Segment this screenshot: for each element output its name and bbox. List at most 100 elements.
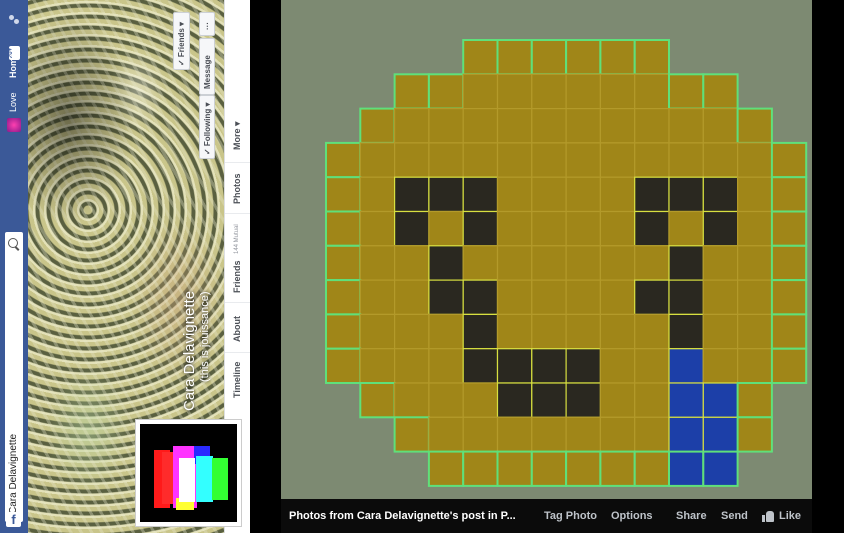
emoji-pixel xyxy=(565,142,602,178)
emoji-pixel xyxy=(496,39,533,76)
emoji-pixel xyxy=(599,279,636,316)
emoji-pixel xyxy=(634,279,670,316)
emoji-pixel xyxy=(737,142,773,178)
tab-friends-mutual-count: 144 Mutual xyxy=(234,224,240,254)
tab-friends[interactable]: Friends xyxy=(232,260,242,293)
emoji-pixel xyxy=(325,279,362,316)
emoji-pixel xyxy=(668,73,705,110)
emoji-pixel xyxy=(428,348,464,384)
emoji-pixel xyxy=(393,142,430,178)
emoji-pixel xyxy=(633,450,671,487)
tab-divider xyxy=(225,302,250,303)
send-button[interactable]: Send xyxy=(721,510,748,522)
emoji-pixel xyxy=(496,313,533,350)
like-button[interactable]: Like xyxy=(779,510,801,522)
emoji-pixel xyxy=(668,416,704,453)
search-icon xyxy=(8,238,18,248)
emoji-pixel xyxy=(770,244,808,282)
love-link[interactable]: Love xyxy=(8,92,18,112)
emoji-pixel xyxy=(634,142,670,178)
emoji-pixel xyxy=(736,107,773,144)
emoji-pixel xyxy=(702,313,739,350)
love-avatar[interactable] xyxy=(7,118,21,132)
emoji-pixel xyxy=(565,279,602,316)
emoji-pixel xyxy=(496,416,533,453)
emoji-pixel xyxy=(599,245,636,281)
facebook-top-bar: 20+ Home Love Cara Delavignette f xyxy=(0,0,28,533)
emoji-pixel xyxy=(599,416,636,453)
emoji-pixel xyxy=(702,382,739,418)
emoji-pixel xyxy=(702,416,739,453)
emoji-pixel xyxy=(393,416,430,453)
friend-requests-icon[interactable] xyxy=(8,14,20,26)
emoji-pixel xyxy=(530,39,568,76)
emoji-pixel xyxy=(428,279,464,316)
emoji-pixel xyxy=(737,348,773,384)
emoji-pixel xyxy=(428,107,464,144)
tag-photo-button[interactable]: Tag Photo xyxy=(544,510,597,522)
photo-caption[interactable]: Photos from Cara Delavignette's post in … xyxy=(289,510,516,522)
emoji-pixel-grid xyxy=(325,39,808,487)
emoji-pixel xyxy=(599,142,636,178)
emoji-pixel xyxy=(668,107,704,144)
emoji-pixel xyxy=(462,416,499,453)
emoji-pixel xyxy=(634,416,670,453)
emoji-pixel xyxy=(428,416,464,453)
search-input[interactable]: Cara Delavignette xyxy=(5,232,23,522)
emoji-pixel xyxy=(462,348,499,384)
profile-picture[interactable] xyxy=(135,419,242,527)
emoji-pixel xyxy=(565,107,602,144)
emoji-pixel xyxy=(359,382,396,419)
emoji-pixel xyxy=(565,450,602,487)
emoji-pixel xyxy=(565,73,602,110)
emoji-pixel xyxy=(565,245,602,281)
following-button[interactable]: ✓ Following ▾ xyxy=(199,95,215,159)
more-options-button[interactable]: ··· xyxy=(199,12,215,36)
tab-divider xyxy=(225,162,250,163)
share-button[interactable]: Share xyxy=(676,510,707,522)
emoji-pixel xyxy=(393,279,430,316)
pp-white-block xyxy=(179,458,195,502)
like-thumb-icon[interactable] xyxy=(762,510,774,522)
emoji-pixel xyxy=(737,210,773,247)
emoji-pixel xyxy=(565,176,602,213)
emoji-pixel xyxy=(496,245,533,281)
emoji-pixel xyxy=(393,73,430,110)
emoji-pixel xyxy=(530,450,568,487)
emoji-pixel xyxy=(393,348,430,384)
emoji-pixel xyxy=(462,39,499,76)
emoji-pixel xyxy=(496,73,533,110)
emoji-pixel xyxy=(702,450,739,487)
viewer-photo[interactable] xyxy=(281,0,812,499)
tab-photos[interactable]: Photos xyxy=(232,174,242,205)
facebook-logo[interactable]: f xyxy=(6,512,21,527)
emoji-pixel xyxy=(359,279,396,316)
emoji-pixel xyxy=(634,348,670,384)
emoji-pixel xyxy=(565,348,602,384)
tab-about[interactable]: About xyxy=(232,316,242,342)
tab-divider xyxy=(225,352,250,353)
emoji-pixel xyxy=(634,245,670,281)
emoji-pixel xyxy=(770,176,808,213)
tab-timeline[interactable]: Timeline xyxy=(232,362,242,398)
emoji-pixel xyxy=(668,210,704,247)
emoji-pixel xyxy=(599,107,636,144)
emoji-pixel xyxy=(702,279,739,316)
emoji-pixel xyxy=(359,142,396,178)
emoji-pixel xyxy=(668,348,704,384)
tab-more[interactable]: More ▾ xyxy=(232,121,243,150)
options-button[interactable]: Options xyxy=(611,510,653,522)
emoji-pixel xyxy=(702,210,739,247)
emoji-pixel xyxy=(428,382,464,418)
emoji-pixel xyxy=(531,382,567,418)
emoji-pixel xyxy=(770,210,808,247)
emoji-pixel xyxy=(634,382,670,418)
emoji-pixel xyxy=(325,210,362,247)
friends-button[interactable]: ✓ Friends ▾ xyxy=(173,12,190,70)
more-options-icon: ··· xyxy=(203,22,212,30)
emoji-pixel xyxy=(496,210,533,247)
home-link[interactable]: Home xyxy=(8,53,18,78)
message-button[interactable]: Message xyxy=(199,38,215,95)
emoji-pixel xyxy=(496,450,533,487)
emoji-pixel xyxy=(565,39,602,76)
